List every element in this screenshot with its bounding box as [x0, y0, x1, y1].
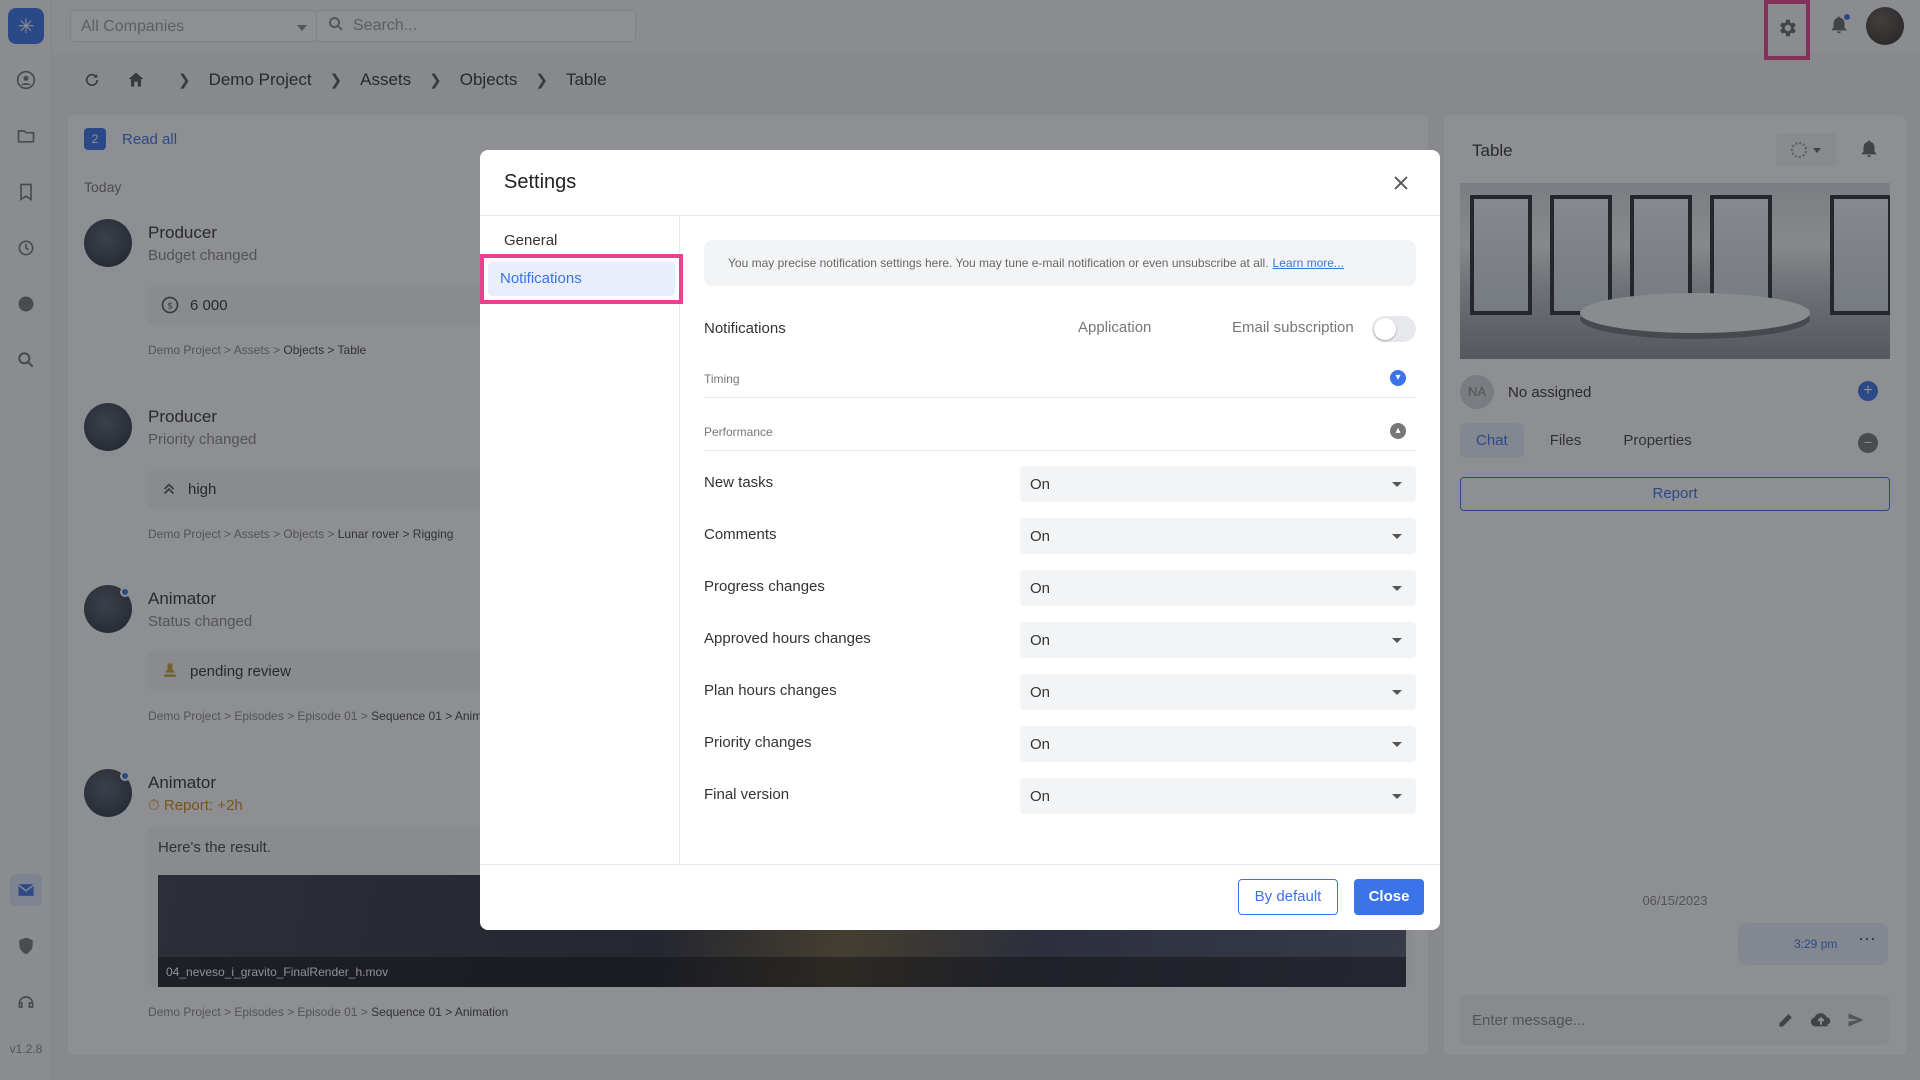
setting-label: Priority changes — [704, 734, 812, 751]
setting-select[interactable]: On — [1020, 726, 1416, 762]
close-icon[interactable] — [1388, 170, 1414, 196]
setting-select[interactable]: On — [1020, 518, 1416, 554]
setting-label: Approved hours changes — [704, 630, 871, 647]
close-button[interactable]: Close — [1354, 879, 1424, 915]
chevron-down-icon — [1392, 638, 1402, 643]
select-value: On — [1030, 580, 1051, 597]
setting-label: Final version — [704, 786, 790, 803]
section-timing[interactable]: Timing ▾ — [704, 358, 1416, 398]
select-value: On — [1030, 736, 1051, 753]
setting-row: Priority changes On — [704, 726, 1416, 762]
setting-select[interactable]: On — [1020, 570, 1416, 606]
by-default-button[interactable]: By default — [1238, 879, 1338, 915]
setting-label: New tasks — [704, 474, 774, 491]
settings-dialog: Settings General Notifications You may p… — [480, 150, 1440, 930]
setting-label: Comments — [704, 526, 777, 543]
learn-more-link[interactable]: Learn more... — [1273, 256, 1344, 270]
chevron-down-icon — [1392, 482, 1402, 487]
collapse-icon[interactable]: ▴ — [1390, 423, 1406, 439]
nav-notifications[interactable]: Notifications — [488, 262, 675, 296]
chevron-down-icon — [1392, 794, 1402, 799]
setting-select[interactable]: On — [1020, 778, 1416, 814]
expand-icon[interactable]: ▾ — [1390, 370, 1406, 386]
settings-nav: General Notifications — [480, 216, 683, 864]
notifications-label: Notifications — [704, 320, 786, 337]
select-value: On — [1030, 528, 1051, 545]
setting-row: Plan hours changes On — [704, 674, 1416, 710]
setting-select[interactable]: On — [1020, 622, 1416, 658]
setting-label: Plan hours changes — [704, 682, 837, 699]
select-value: On — [1030, 788, 1051, 805]
chevron-down-icon — [1392, 742, 1402, 747]
select-value: On — [1030, 632, 1051, 649]
section-label: Performance — [704, 425, 773, 439]
info-banner: You may precise notification settings he… — [704, 240, 1416, 286]
application-label: Application — [1078, 319, 1152, 336]
chevron-down-icon — [1392, 690, 1402, 695]
setting-label: Progress changes — [704, 578, 825, 595]
setting-row: Final version On — [704, 778, 1416, 814]
setting-row: Approved hours changes On — [704, 622, 1416, 658]
dialog-footer: By default Close — [480, 864, 1440, 930]
chevron-down-icon — [1392, 586, 1402, 591]
notifications-header-row: Notifications Application Email subscrip… — [704, 314, 1416, 344]
email-subscription-label: Email subscription — [1232, 319, 1354, 336]
dialog-title: Settings — [504, 171, 577, 193]
select-value: On — [1030, 476, 1051, 493]
chevron-down-icon — [1392, 534, 1402, 539]
setting-select[interactable]: On — [1020, 466, 1416, 502]
info-text: You may precise notification settings he… — [728, 256, 1269, 270]
toggle-knob — [1374, 318, 1396, 340]
section-label: Timing — [704, 372, 740, 386]
email-subscription-toggle[interactable] — [1372, 316, 1416, 342]
setting-row: New tasks On — [704, 466, 1416, 502]
dialog-header: Settings — [480, 150, 1440, 216]
setting-select[interactable]: On — [1020, 674, 1416, 710]
select-value: On — [1030, 684, 1051, 701]
setting-row: Progress changes On — [704, 570, 1416, 606]
settings-content: You may precise notification settings he… — [680, 216, 1440, 864]
nav-general[interactable]: General — [504, 232, 557, 249]
setting-row: Comments On — [704, 518, 1416, 554]
section-performance[interactable]: Performance ▴ — [704, 411, 1416, 451]
highlight-box: Notifications — [480, 254, 683, 304]
